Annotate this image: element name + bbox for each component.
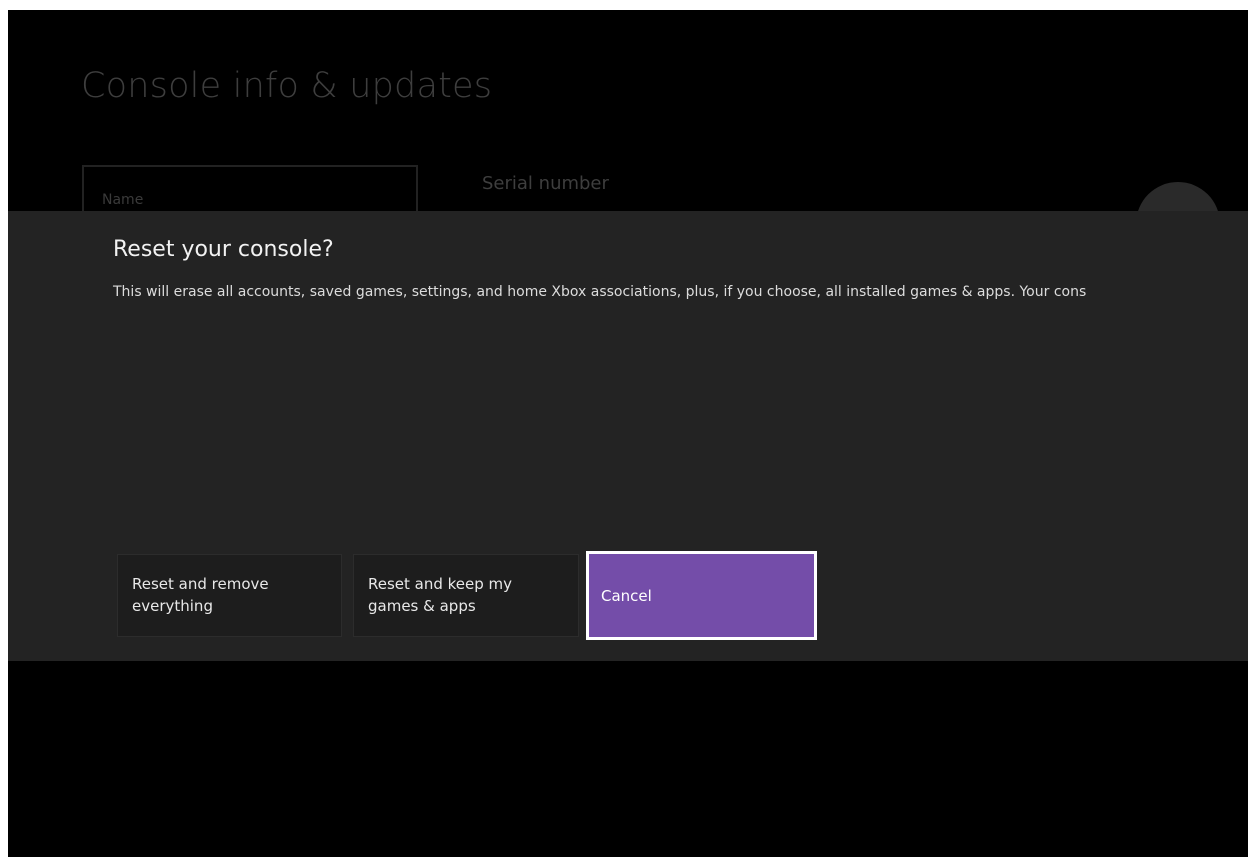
reset-and-remove-everything-button[interactable]: Reset and remove everything <box>117 554 342 637</box>
dialog-title: Reset your console? <box>113 237 334 262</box>
page-title: Console info & updates <box>81 66 493 106</box>
reset-and-keep-games-button[interactable]: Reset and keep my games & apps <box>353 554 579 637</box>
dialog-message: This will erase all accounts, saved game… <box>113 284 1087 300</box>
console-name-label: Name <box>102 192 144 208</box>
serial-number-label: Serial number <box>482 173 609 194</box>
reset-console-dialog: Reset your console? This will erase all … <box>8 211 1248 661</box>
xbox-settings-screen: Console info & updates Name Serial numbe… <box>8 10 1248 857</box>
cancel-button[interactable]: Cancel <box>586 551 817 640</box>
